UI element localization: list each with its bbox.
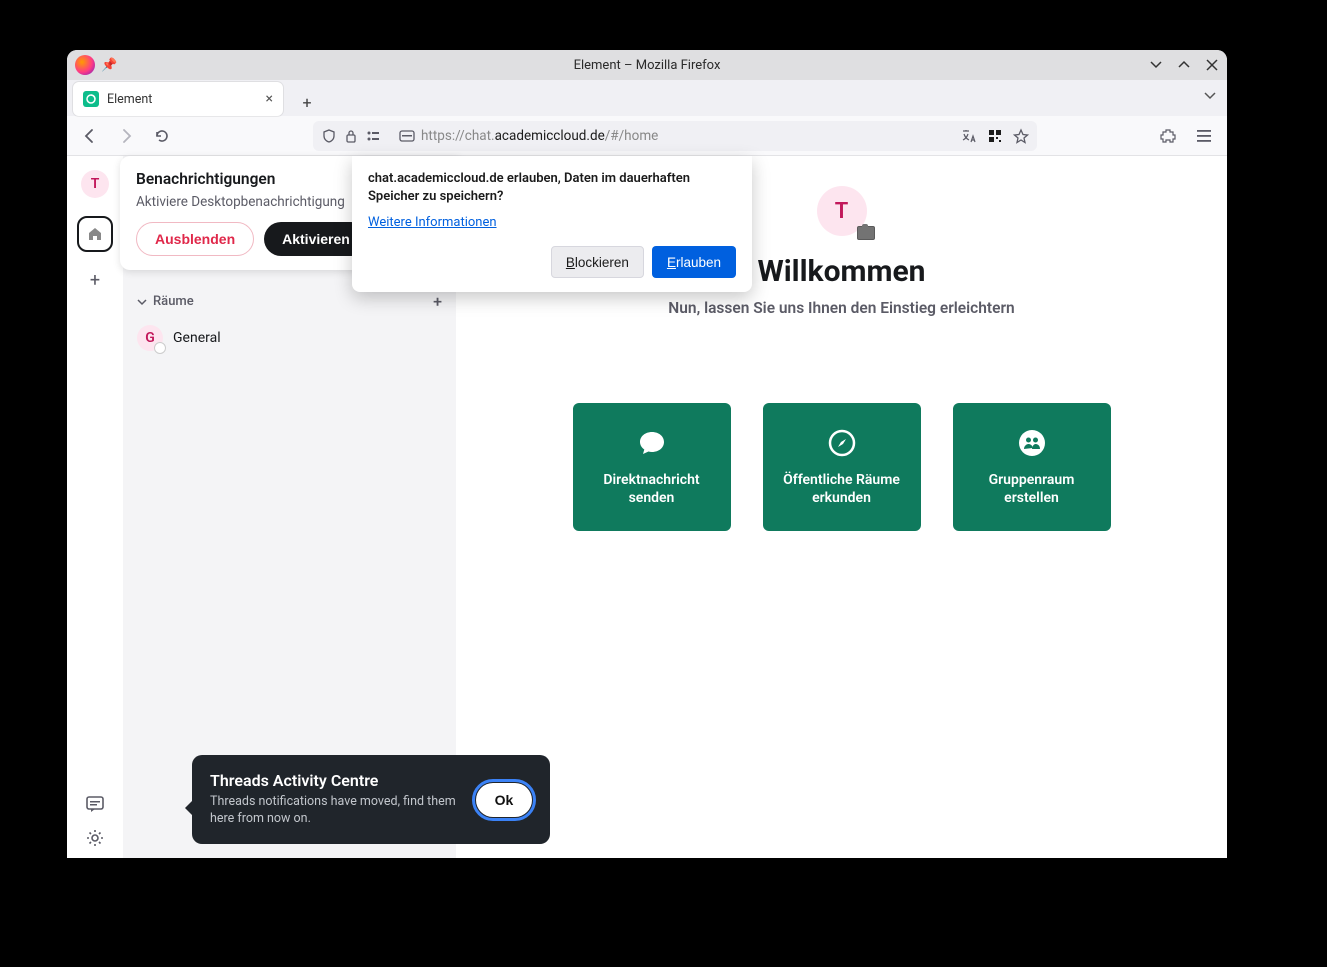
forward-button[interactable] — [111, 121, 141, 151]
user-avatar[interactable]: T — [81, 170, 109, 198]
perm-allow-button[interactable]: Erlauben — [652, 246, 736, 278]
qr-icon[interactable] — [987, 128, 1003, 144]
shield-icon[interactable] — [321, 128, 337, 144]
new-tab-button[interactable]: + — [293, 88, 321, 116]
rooms-section-header[interactable]: Räume + — [123, 292, 456, 311]
site-info-icon[interactable] — [399, 128, 415, 144]
tab-close-button[interactable]: × — [266, 91, 273, 107]
all-tabs-button[interactable] — [1203, 88, 1217, 102]
storage-permission-popup: chat.academiccloud.de erlauben, Daten im… — [352, 156, 752, 292]
tab-title: Element — [107, 92, 258, 107]
chevron-down-icon — [137, 297, 147, 307]
toast-body: Threads notifications have moved, find t… — [210, 794, 462, 828]
nav-toolbar: https://chat.academiccloud.de/#/home — [67, 116, 1227, 156]
lock-icon[interactable] — [343, 128, 359, 144]
notif-hide-button[interactable]: Ausblenden — [136, 222, 254, 256]
space-rail: T + — [67, 156, 123, 858]
explore-rooms-card[interactable]: Öffentliche Räume erkunden — [763, 403, 921, 531]
perm-more-info-link[interactable]: Weitere Informationen — [368, 215, 497, 230]
room-item[interactable]: G General — [123, 317, 456, 359]
home-space-button[interactable] — [77, 216, 113, 252]
tab-favicon-icon — [83, 91, 99, 107]
settings-icon[interactable] — [85, 828, 105, 848]
window-close-button[interactable] — [1203, 56, 1221, 74]
camera-icon[interactable] — [857, 226, 875, 240]
bookmark-icon[interactable] — [1013, 128, 1029, 144]
firefox-window: 📌 Element – Mozilla Firefox Element × + — [67, 50, 1227, 858]
send-dm-card[interactable]: Direktnachricht senden — [573, 403, 731, 531]
url-bar[interactable]: https://chat.academiccloud.de/#/home — [313, 121, 1037, 151]
room-name: General — [173, 330, 221, 346]
toast-title: Threads Activity Centre — [210, 771, 462, 790]
permissions-icon[interactable] — [365, 128, 381, 144]
room-avatar: G — [137, 325, 163, 351]
toast-ok-button[interactable]: Ok — [476, 783, 532, 817]
url-text: https://chat.academiccloud.de/#/home — [421, 128, 658, 144]
perm-message: chat.academiccloud.de erlauben, Daten im… — [368, 170, 736, 205]
add-space-button[interactable]: + — [90, 270, 100, 291]
window-maximize-button[interactable] — [1175, 56, 1193, 74]
threads-toast: Threads Activity Centre Threads notifica… — [192, 755, 550, 844]
add-room-button[interactable]: + — [433, 292, 442, 311]
perm-block-button[interactable]: Blockieren — [551, 246, 644, 278]
translate-icon[interactable] — [961, 128, 977, 144]
chat-bubble-icon — [636, 427, 668, 459]
threads-icon[interactable] — [85, 794, 105, 814]
reload-button[interactable] — [147, 121, 177, 151]
tab-strip: Element × + — [67, 80, 1227, 116]
compass-icon — [826, 427, 858, 459]
window-titlebar: 📌 Element – Mozilla Firefox — [67, 50, 1227, 80]
group-icon — [1016, 427, 1048, 459]
welcome-subtitle: Nun, lassen Sie uns Ihnen den Einstieg e… — [456, 299, 1227, 317]
window-title: Element – Mozilla Firefox — [67, 58, 1227, 73]
back-button[interactable] — [75, 121, 105, 151]
window-minimize-button[interactable] — [1147, 56, 1165, 74]
app-menu-button[interactable] — [1189, 121, 1219, 151]
extensions-button[interactable] — [1153, 121, 1183, 151]
rooms-label: Räume — [153, 294, 194, 309]
welcome-avatar[interactable]: T — [817, 186, 867, 236]
browser-tab[interactable]: Element × — [73, 82, 283, 116]
room-status-badge — [154, 342, 166, 354]
create-group-card[interactable]: Gruppenraum erstellen — [953, 403, 1111, 531]
